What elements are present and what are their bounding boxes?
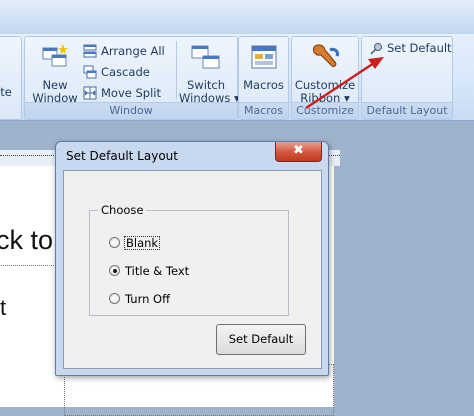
switch-windows-icon xyxy=(191,45,220,69)
slide-title-text: ck to xyxy=(0,225,54,255)
macros-group-label: Macros xyxy=(239,102,288,119)
slide-body-text: t xyxy=(0,295,7,320)
radio-blank-label: Blank xyxy=(124,236,161,250)
macros-icon xyxy=(251,45,277,69)
radio-blank[interactable]: Blank xyxy=(109,236,189,250)
switch-windows-button[interactable]: Switch Windows ▾ xyxy=(179,40,240,105)
close-icon: ✖ xyxy=(293,143,304,158)
move-split-label: Move Split xyxy=(101,86,161,100)
macros-label: Macros xyxy=(243,78,284,92)
macros-button[interactable]: Macros xyxy=(241,40,286,92)
radio-title-text-label: Title & Text xyxy=(125,264,190,278)
partial-group: ite xyxy=(0,36,22,120)
annotation-arrow-icon xyxy=(305,57,384,110)
window-group: New Window Arrange All Cascade Move Spli… xyxy=(24,36,240,120)
close-button[interactable]: ✖ xyxy=(275,142,322,162)
set-default-ribbon-label: Set Default xyxy=(387,41,452,55)
new-window-button[interactable]: New Window xyxy=(31,40,79,105)
ribbon-tab-strip xyxy=(0,0,474,35)
radio-turn-off[interactable]: Turn Off xyxy=(109,292,199,306)
move-split-button[interactable]: Move Split xyxy=(81,85,177,101)
arrange-all-label: Arrange All xyxy=(101,44,165,58)
radio-title-text-circle[interactable] xyxy=(109,265,120,276)
window-group-label: Window xyxy=(25,102,237,119)
radio-blank-circle[interactable] xyxy=(109,237,120,248)
macros-group: Macros Macros xyxy=(238,36,289,120)
radio-turn-off-circle[interactable] xyxy=(109,293,120,304)
arrange-all-button[interactable]: Arrange All xyxy=(81,43,177,59)
ribbon: ite New Window Arrange All xyxy=(0,34,474,121)
group-divider xyxy=(176,41,177,99)
set-default-button[interactable]: Set Default xyxy=(216,324,306,355)
dialog-client-area: Choose Blank Title & Text Turn Off Set D… xyxy=(63,170,322,369)
partial-label: ite xyxy=(0,85,12,99)
new-window-icon xyxy=(42,44,68,67)
dialog-title: Set Default Layout xyxy=(66,149,178,163)
choose-groupbox: Choose Blank Title & Text Turn Off xyxy=(89,203,289,316)
cascade-label: Cascade xyxy=(101,65,150,79)
set-default-layout-dialog: Set Default Layout ✖ Choose Blank Title … xyxy=(55,141,329,376)
cascade-icon xyxy=(83,65,97,79)
choose-label: Choose xyxy=(98,203,147,217)
move-split-icon xyxy=(83,86,97,100)
cascade-button[interactable]: Cascade xyxy=(81,64,177,80)
radio-title-text[interactable]: Title & Text xyxy=(109,264,209,278)
arrange-all-icon xyxy=(83,44,97,58)
radio-turn-off-label: Turn Off xyxy=(125,292,171,306)
